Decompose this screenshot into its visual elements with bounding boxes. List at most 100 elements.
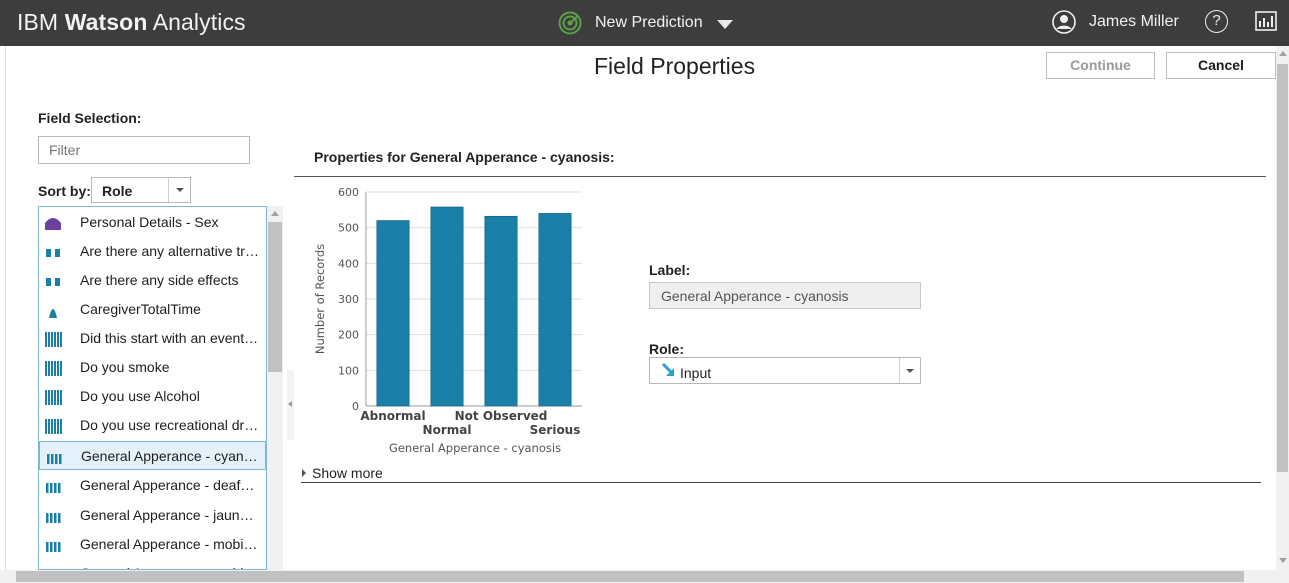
field-list-item[interactable]: Do you use recreational dr…	[39, 411, 266, 440]
user-menu[interactable]: James Miller	[1052, 9, 1179, 35]
prediction-menu[interactable]: New Prediction	[558, 11, 733, 35]
x-axis-title: General Apperance - cyanosis	[389, 441, 561, 455]
label-field[interactable]	[649, 282, 921, 309]
field-list-item[interactable]: Did this start with an event…	[39, 324, 266, 353]
chart-bar	[376, 220, 410, 407]
brand-ibm: IBM	[17, 9, 65, 35]
scrollbar-thumb[interactable]	[16, 571, 1244, 582]
field-list-item-label: General Apperance - mobili…	[80, 536, 260, 552]
multi-category-icon	[45, 390, 62, 405]
scroll-up-icon[interactable]	[1279, 51, 1287, 56]
scrollbar-thumb[interactable]	[268, 222, 282, 372]
chart-bar	[538, 213, 572, 407]
input-role-arrow-icon	[661, 363, 674, 376]
role-value: Input	[680, 365, 712, 381]
y-tick-label: 400	[338, 257, 359, 270]
y-tick-label: 200	[338, 329, 359, 342]
scroll-down-icon[interactable]	[1279, 558, 1287, 563]
sort-by-label: Sort by:	[38, 183, 91, 199]
field-list-item[interactable]: General Apperance - mobili…	[39, 559, 266, 569]
cancel-button[interactable]: Cancel	[1166, 52, 1276, 79]
page-vertical-scrollbar[interactable]	[1276, 46, 1289, 570]
field-list-item[interactable]: Personal Details - Sex	[39, 208, 266, 237]
x-tick-label: Serious	[530, 423, 581, 437]
ordinal-icon	[46, 483, 61, 493]
panel-splitter[interactable]	[287, 370, 294, 440]
app-header: IBM Watson Analytics New Prediction Jame…	[0, 0, 1289, 46]
field-list-item[interactable]: General Apperance - jaundi…	[39, 501, 266, 530]
binary-icon	[46, 249, 60, 257]
x-tick-label: Normal	[423, 423, 472, 437]
chevron-down-icon	[716, 19, 733, 29]
avatar-icon	[1052, 10, 1076, 34]
y-tick-label: 600	[338, 186, 359, 199]
ordinal-icon	[47, 454, 62, 464]
field-list-item[interactable]: Are there any alternative tr…	[39, 237, 266, 266]
field-list-item-label: Personal Details - Sex	[80, 214, 219, 230]
app-switcher-icon[interactable]	[1255, 11, 1277, 31]
field-list-item[interactable]: Do you smoke	[39, 353, 266, 382]
brand-logo-text: IBM Watson Analytics	[17, 9, 246, 36]
page-title: Field Properties	[594, 53, 756, 79]
divider	[294, 176, 1266, 177]
field-list-scrollbar[interactable]	[267, 206, 283, 570]
x-tick-label: Abnormal	[360, 409, 425, 423]
y-tick-label: 0	[352, 400, 359, 413]
sort-by-select[interactable]: Role	[91, 177, 191, 203]
scrollbar-thumb[interactable]	[1277, 64, 1288, 472]
categorical-icon	[45, 218, 61, 230]
y-tick-label: 300	[338, 293, 359, 306]
page-horizontal-scrollbar[interactable]	[0, 570, 1289, 583]
chevron-down-icon[interactable]	[899, 358, 920, 383]
filter-input[interactable]	[38, 136, 250, 164]
multi-category-icon	[45, 332, 62, 347]
role-caption: Role:	[649, 341, 684, 357]
prediction-icon	[558, 11, 582, 35]
field-list-item-label: General Apperance - cyano…	[81, 448, 261, 464]
brand-watson: Watson	[64, 9, 148, 35]
brand-analytics: Analytics	[147, 9, 246, 35]
multi-category-icon	[45, 419, 62, 434]
show-more-label: Show more	[312, 465, 383, 481]
ordinal-icon	[46, 542, 61, 552]
multi-category-icon	[45, 361, 62, 376]
continuous-icon	[49, 309, 57, 318]
field-list[interactable]: Personal Details - Sex Are there any alte…	[38, 206, 267, 570]
x-tick-label: Not Observed	[455, 409, 548, 423]
field-list-item-label: CaregiverTotalTime	[80, 301, 201, 317]
chart-bar	[484, 215, 518, 407]
field-list-item-label: Do you use Alcohol	[80, 388, 200, 404]
field-list-item[interactable]: General Apperance - mobili…	[39, 530, 266, 559]
role-select[interactable]: Input	[649, 357, 921, 384]
ordinal-icon	[46, 513, 61, 523]
y-tick-label: 100	[338, 364, 359, 377]
left-edge-divider	[0, 46, 6, 570]
field-list-item[interactable]: General Apperance - deafn…	[39, 471, 266, 500]
field-list-item-label: Are there any side effects	[80, 272, 239, 288]
field-list-item[interactable]: CaregiverTotalTime	[39, 295, 266, 324]
sort-by-value: Role	[102, 183, 133, 199]
field-list-item[interactable]: General Apperance - cyano…	[39, 441, 266, 470]
expand-triangle-icon	[302, 469, 306, 477]
field-list-item-label: Do you smoke	[80, 359, 170, 375]
properties-heading: Properties for General Apperance - cyano…	[314, 149, 615, 165]
field-list-item[interactable]: Do you use Alcohol	[39, 382, 266, 411]
label-caption: Label:	[649, 262, 691, 278]
binary-icon	[46, 278, 60, 286]
help-icon[interactable]: ?	[1205, 10, 1228, 33]
field-list-item-label: General Apperance - jaundi…	[80, 507, 260, 523]
user-name: James Miller	[1089, 13, 1179, 30]
prediction-title: New Prediction	[595, 14, 703, 31]
field-list-item-label: Are there any alternative tr…	[80, 243, 259, 259]
y-axis-title: Number of Records	[313, 244, 327, 354]
field-selection-label: Field Selection:	[38, 110, 142, 126]
show-more-toggle[interactable]: Show more	[302, 465, 383, 481]
continue-button[interactable]: Continue	[1046, 52, 1155, 79]
scroll-up-icon[interactable]	[271, 211, 279, 216]
chevron-down-icon[interactable]	[168, 178, 190, 202]
field-list-item-label: Did this start with an event…	[80, 330, 259, 346]
chart-bar	[430, 206, 464, 407]
y-tick-label: 500	[338, 222, 359, 235]
field-list-item[interactable]: Are there any side effects	[39, 266, 266, 295]
distribution-bar-chart: 0 100 200 300 400 500 600 AbnormalNormalNot Obs…	[313, 186, 582, 455]
